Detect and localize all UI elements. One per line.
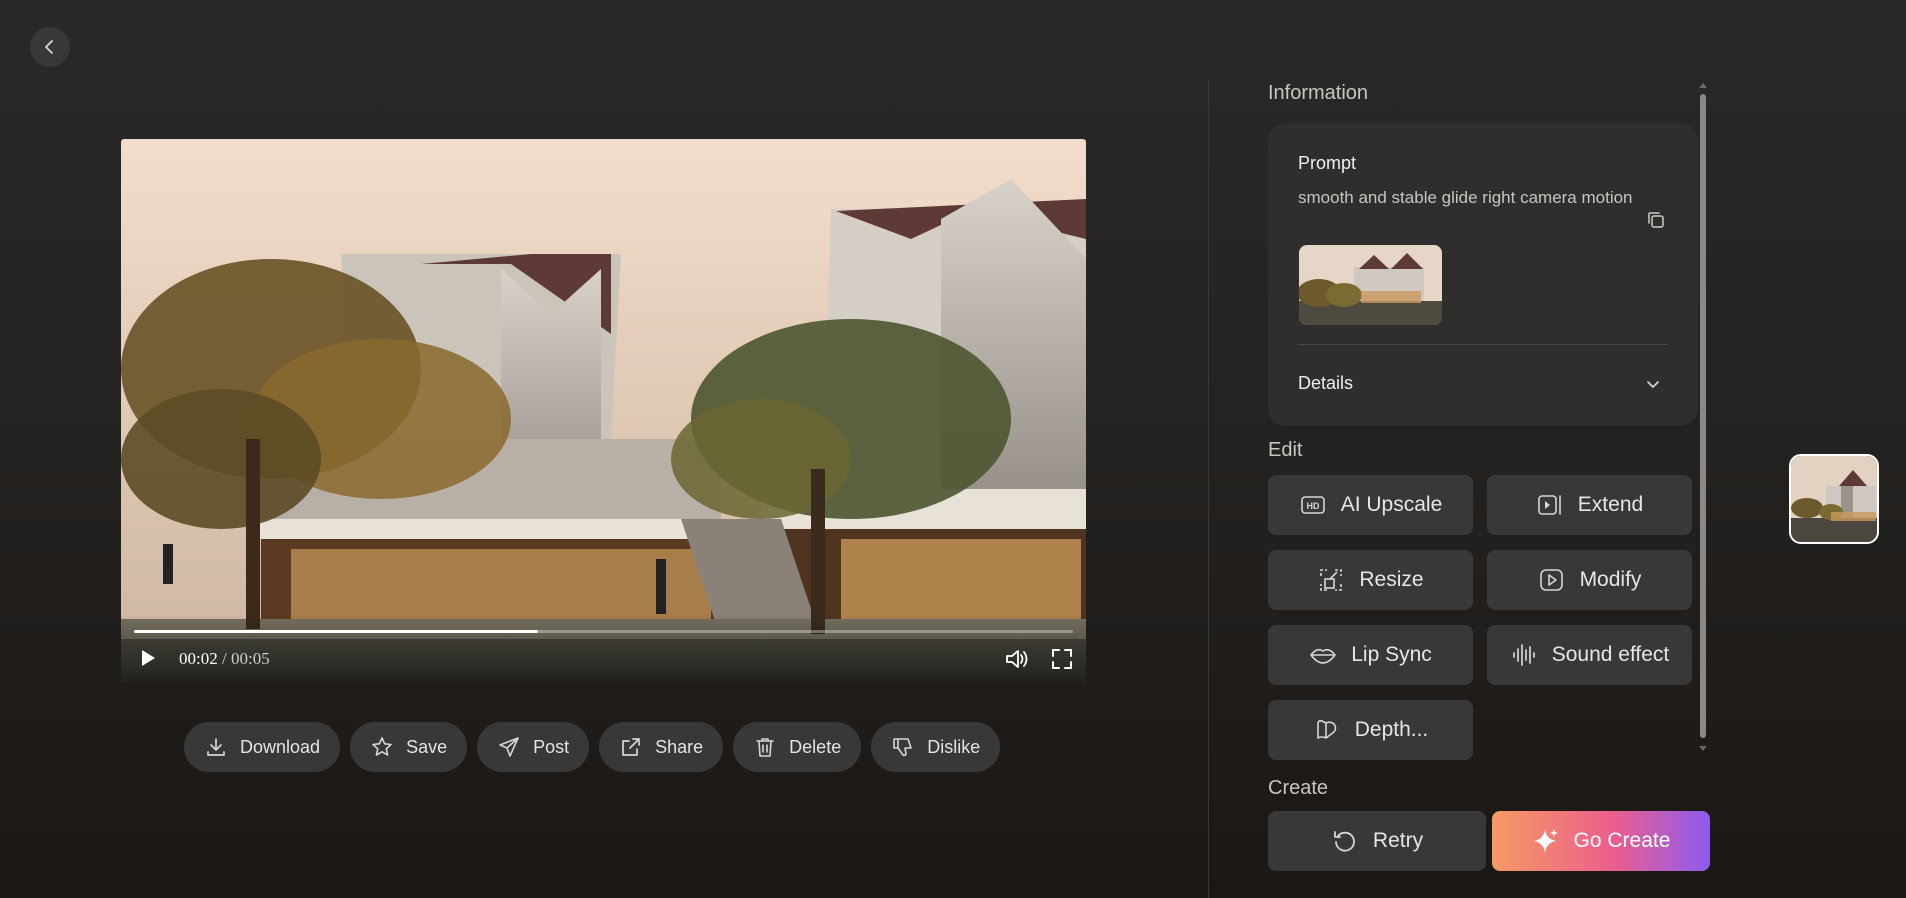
volume-icon[interactable] [1004,647,1030,671]
create-title: Create [1268,777,1329,799]
panel-scrollbar[interactable] [1697,80,1709,760]
resize-button[interactable]: Resize [1268,550,1473,610]
go-create-label: Go Create [1573,829,1671,852]
star-icon [372,737,392,756]
prompt-image-thumbnail[interactable] [1299,245,1442,325]
hd-icon: HD [1300,496,1325,514]
extend-icon [1537,495,1561,515]
video-player[interactable]: 00:02 / 00:05 [121,139,1086,682]
copy-icon[interactable] [1646,210,1666,230]
retry-icon [1334,831,1355,852]
dislike-label: Dislike [927,736,981,757]
modify-video-icon [1539,569,1563,591]
video-frame [121,139,1086,682]
post-button[interactable]: Post [477,722,590,772]
scroll-thumb[interactable] [1700,94,1706,738]
play-icon[interactable] [137,647,159,669]
fullscreen-icon[interactable] [1050,647,1074,671]
scroll-up-arrow-icon[interactable] [1697,80,1709,90]
save-button[interactable]: Save [350,722,468,772]
trash-icon [756,738,774,757]
card-divider [1298,344,1668,345]
thumbs-down-icon [893,738,913,757]
panel-divider [1208,80,1209,898]
lip-sync-button[interactable]: Lip Sync [1268,625,1473,685]
sound-effect-button[interactable]: Sound effect [1487,625,1692,685]
depth-button[interactable]: Depth... [1268,700,1473,760]
sound-effect-label: Sound effect [1551,643,1670,666]
ai-upscale-button[interactable]: HD AI Upscale [1268,475,1473,535]
progress-bar[interactable] [134,630,1073,633]
modify-button[interactable]: Modify [1487,550,1692,610]
depth-icon [1316,720,1337,739]
download-button[interactable]: Download [184,722,341,772]
share-icon [622,738,640,756]
lip-sync-label: Lip Sync [1351,643,1432,666]
depth-label: Depth... [1354,718,1429,741]
share-button[interactable]: Share [599,722,724,772]
progress-fill [134,630,538,633]
video-actions: Download Save Post Share Delete Dislike [184,722,1001,772]
time-separator: / [217,649,231,668]
prompt-text: smooth and stable glide right camera mot… [1298,188,1633,207]
extend-label: Extend [1577,493,1644,516]
edit-title: Edit [1268,439,1303,461]
delete-button[interactable]: Delete [733,722,862,772]
resize-icon [1320,569,1343,591]
prompt-label: Prompt [1298,153,1357,173]
video-controls: 00:02 / 00:05 [121,614,1086,682]
save-label: Save [406,736,448,757]
ai-upscale-label: AI Upscale [1340,493,1443,516]
go-create-button[interactable]: Go Create [1492,811,1710,871]
details-toggle[interactable]: Details [1298,373,1353,394]
total-time: 00:05 [230,649,270,668]
current-time: 00:02 [179,649,218,668]
extend-button[interactable]: Extend [1487,475,1692,535]
delete-label: Delete [789,736,842,757]
retry-button[interactable]: Retry [1268,811,1486,871]
sparkle-icon [1533,829,1558,853]
send-icon [499,737,519,757]
information-card: Prompt smooth and stable glide right cam… [1268,123,1698,426]
video-thumbnail-selected[interactable] [1789,454,1879,544]
svg-text:HD: HD [1306,501,1319,511]
chevron-down-icon[interactable] [1644,375,1662,393]
download-icon [207,738,225,756]
download-label: Download [240,736,321,757]
share-label: Share [655,736,704,757]
resize-label: Resize [1359,568,1424,591]
time-display: 00:02 / 00:05 [179,649,270,669]
modify-label: Modify [1579,568,1642,591]
retry-label: Retry [1372,829,1424,852]
thumbnail-image [1299,245,1442,325]
side-thumbnail-image [1791,456,1877,542]
back-button[interactable] [30,27,70,67]
chevron-left-icon [45,40,53,54]
sound-wave-icon [1512,644,1535,666]
lips-icon [1310,648,1337,664]
video-detail-page: 00:02 / 00:05 Download Save Post Share D… [0,0,1906,898]
scroll-down-arrow-icon[interactable] [1697,744,1709,754]
information-title: Information [1268,82,1369,104]
post-label: Post [533,736,570,757]
dislike-button[interactable]: Dislike [871,722,1001,772]
